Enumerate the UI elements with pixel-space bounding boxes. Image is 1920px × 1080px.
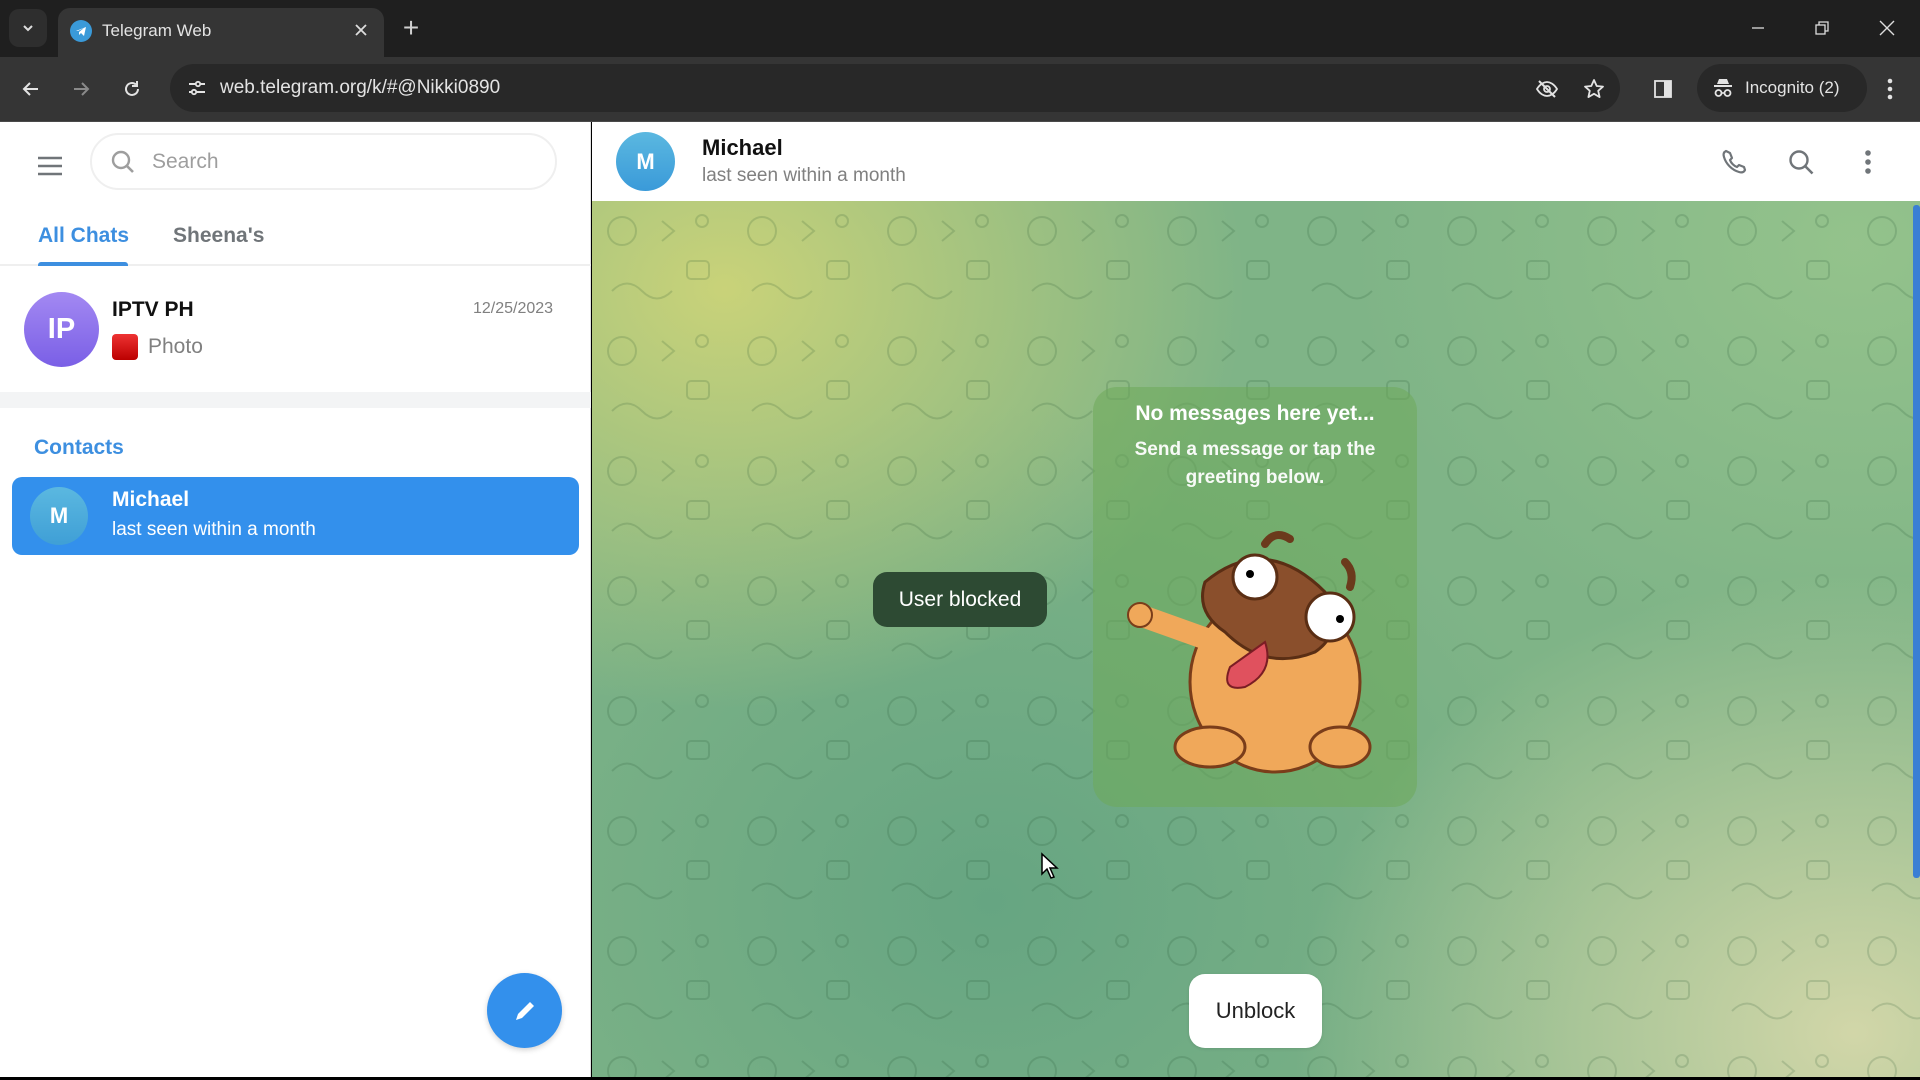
restore-button[interactable] (1799, 10, 1845, 46)
folder-tabs: All Chats Sheena's (0, 210, 591, 266)
chevron-down-icon (23, 25, 33, 32)
minimize-icon (1752, 27, 1764, 29)
restore-icon (1815, 21, 1829, 35)
user-blocked-notice: User blocked (873, 572, 1047, 627)
browser-toolbar: web.telegram.org/k/#@Nikki0890 Incognito… (0, 57, 1920, 122)
profile-label: Incognito (2) (1745, 78, 1840, 97)
tab-title: Telegram Web (102, 21, 212, 40)
back-icon (22, 82, 38, 96)
eye-off-icon (1535, 80, 1559, 98)
search-box[interactable] (90, 133, 557, 190)
close-icon (355, 24, 367, 36)
contact-list-item-selected[interactable]: M Michael last seen within a month (12, 477, 579, 555)
chat-header[interactable]: M Michael last seen within a month (592, 122, 1920, 201)
url-text[interactable]: web.telegram.org/k/#@Nikki0890 (220, 77, 500, 99)
reload-icon (125, 81, 139, 96)
forward-button[interactable] (63, 71, 99, 107)
side-panel-button[interactable] (1645, 71, 1681, 107)
avatar: IP (24, 292, 99, 367)
pencil-icon (515, 1001, 534, 1020)
incognito-profile-button[interactable]: Incognito (2) (1697, 64, 1867, 112)
main-menu-button[interactable] (28, 144, 72, 188)
active-tab-indicator (38, 262, 128, 266)
section-divider (0, 392, 591, 408)
greeting-sticker-pug[interactable] (1115, 522, 1395, 782)
bookmark-button[interactable] (1579, 74, 1609, 104)
call-button[interactable] (1711, 139, 1757, 185)
peer-status: last seen within a month (702, 165, 906, 186)
close-window-button[interactable] (1864, 10, 1910, 46)
chat-last-message: Photo (148, 335, 203, 358)
hamburger-menu-icon (38, 156, 62, 176)
close-icon (1879, 20, 1895, 36)
star-icon (1584, 79, 1604, 98)
forward-icon (74, 82, 90, 96)
unblock-button[interactable]: Unblock (1189, 974, 1322, 1048)
kebab-menu-icon (1865, 150, 1871, 174)
search-input[interactable] (152, 148, 542, 176)
tracking-protection-button[interactable] (1532, 74, 1562, 104)
close-tab-button[interactable] (348, 17, 374, 43)
contacts-section-title: Contacts (34, 436, 124, 459)
address-bar[interactable]: web.telegram.org/k/#@Nikki0890 (170, 64, 1620, 112)
contact-status: last seen within a month (112, 519, 316, 540)
mouse-cursor-icon (1041, 852, 1059, 879)
chat-scrollbar[interactable] (1913, 205, 1920, 878)
empty-state-title: No messages here yet... (1135, 402, 1375, 425)
photo-thumbnail-icon (112, 334, 138, 360)
kebab-menu-icon (1887, 78, 1893, 100)
search-icon (111, 150, 134, 173)
new-tab-button[interactable]: + (396, 13, 426, 43)
folder-tab-sheenas[interactable]: Sheena's (173, 224, 264, 248)
browser-menu-button[interactable] (1872, 71, 1908, 107)
chat-title: IPTV PH (112, 298, 194, 321)
empty-chat-greeting-card: No messages here yet... Send a message o… (1093, 387, 1417, 807)
search-icon (1789, 150, 1814, 175)
chat-more-button[interactable] (1845, 139, 1891, 185)
new-message-button[interactable] (487, 973, 562, 1048)
peer-avatar[interactable]: M (616, 132, 675, 191)
search-in-chat-button[interactable] (1778, 139, 1824, 185)
site-info-icon (189, 80, 205, 96)
contact-name: Michael (112, 488, 190, 511)
folder-tab-all-chats[interactable]: All Chats (38, 224, 129, 248)
chat-background: No messages here yet... Send a message o… (592, 201, 1920, 1077)
empty-state-subtitle: Send a message or tap the greeting below… (1134, 439, 1376, 488)
minimize-button[interactable] (1735, 10, 1781, 46)
site-info-button[interactable] (180, 71, 214, 105)
browser-tab-strip: Telegram Web + (0, 0, 1920, 57)
side-panel-icon (1654, 80, 1672, 98)
chat-list-sidebar: All Chats Sheena's IP IPTV PH 12/25/2023… (0, 122, 591, 1077)
chat-date: 12/25/2023 (473, 300, 554, 317)
browser-tab-active[interactable]: Telegram Web (58, 8, 384, 57)
tab-search-button[interactable] (9, 9, 47, 47)
peer-name[interactable]: Michael (702, 135, 783, 161)
incognito-icon (1714, 79, 1732, 97)
phone-icon (1722, 149, 1747, 174)
telegram-icon (70, 20, 92, 42)
avatar: M (30, 487, 88, 545)
reload-button[interactable] (114, 71, 150, 107)
back-button[interactable] (13, 71, 49, 107)
